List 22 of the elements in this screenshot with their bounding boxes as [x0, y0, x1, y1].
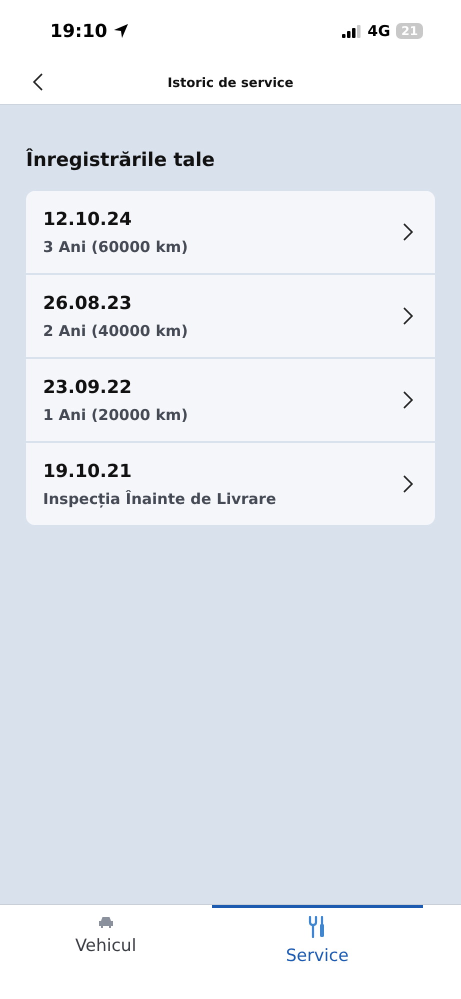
tab[interactable]: Service — [212, 905, 423, 999]
record-description: 1 Ani (20000 km) — [43, 406, 188, 424]
record-date: 23.09.22 — [43, 376, 133, 398]
record-description: 2 Ani (40000 km) — [43, 322, 188, 340]
chevron-right-icon — [403, 307, 413, 325]
section-title: Înregistrările tale — [26, 149, 216, 171]
chevron-right-icon — [403, 475, 413, 493]
signal-icon — [342, 24, 362, 38]
network-type: 4G — [368, 22, 390, 40]
location-arrow-icon — [113, 23, 130, 39]
car-icon — [98, 916, 114, 928]
record-description: 3 Ani (60000 km) — [43, 238, 188, 256]
tools-icon — [308, 916, 326, 938]
record-date: 12.10.24 — [43, 208, 133, 230]
record-date: 19.10.21 — [43, 460, 133, 482]
record-date: 26.08.23 — [43, 292, 133, 314]
tab[interactable]: Vehicul — [0, 905, 212, 999]
status-time: 19:10 — [50, 20, 108, 42]
record-description: Inspecția Înainte de Livrare — [43, 490, 276, 508]
chevron-right-icon — [403, 391, 413, 409]
screen-title: Istoric de service — [168, 76, 294, 90]
chevron-right-icon — [403, 223, 413, 241]
